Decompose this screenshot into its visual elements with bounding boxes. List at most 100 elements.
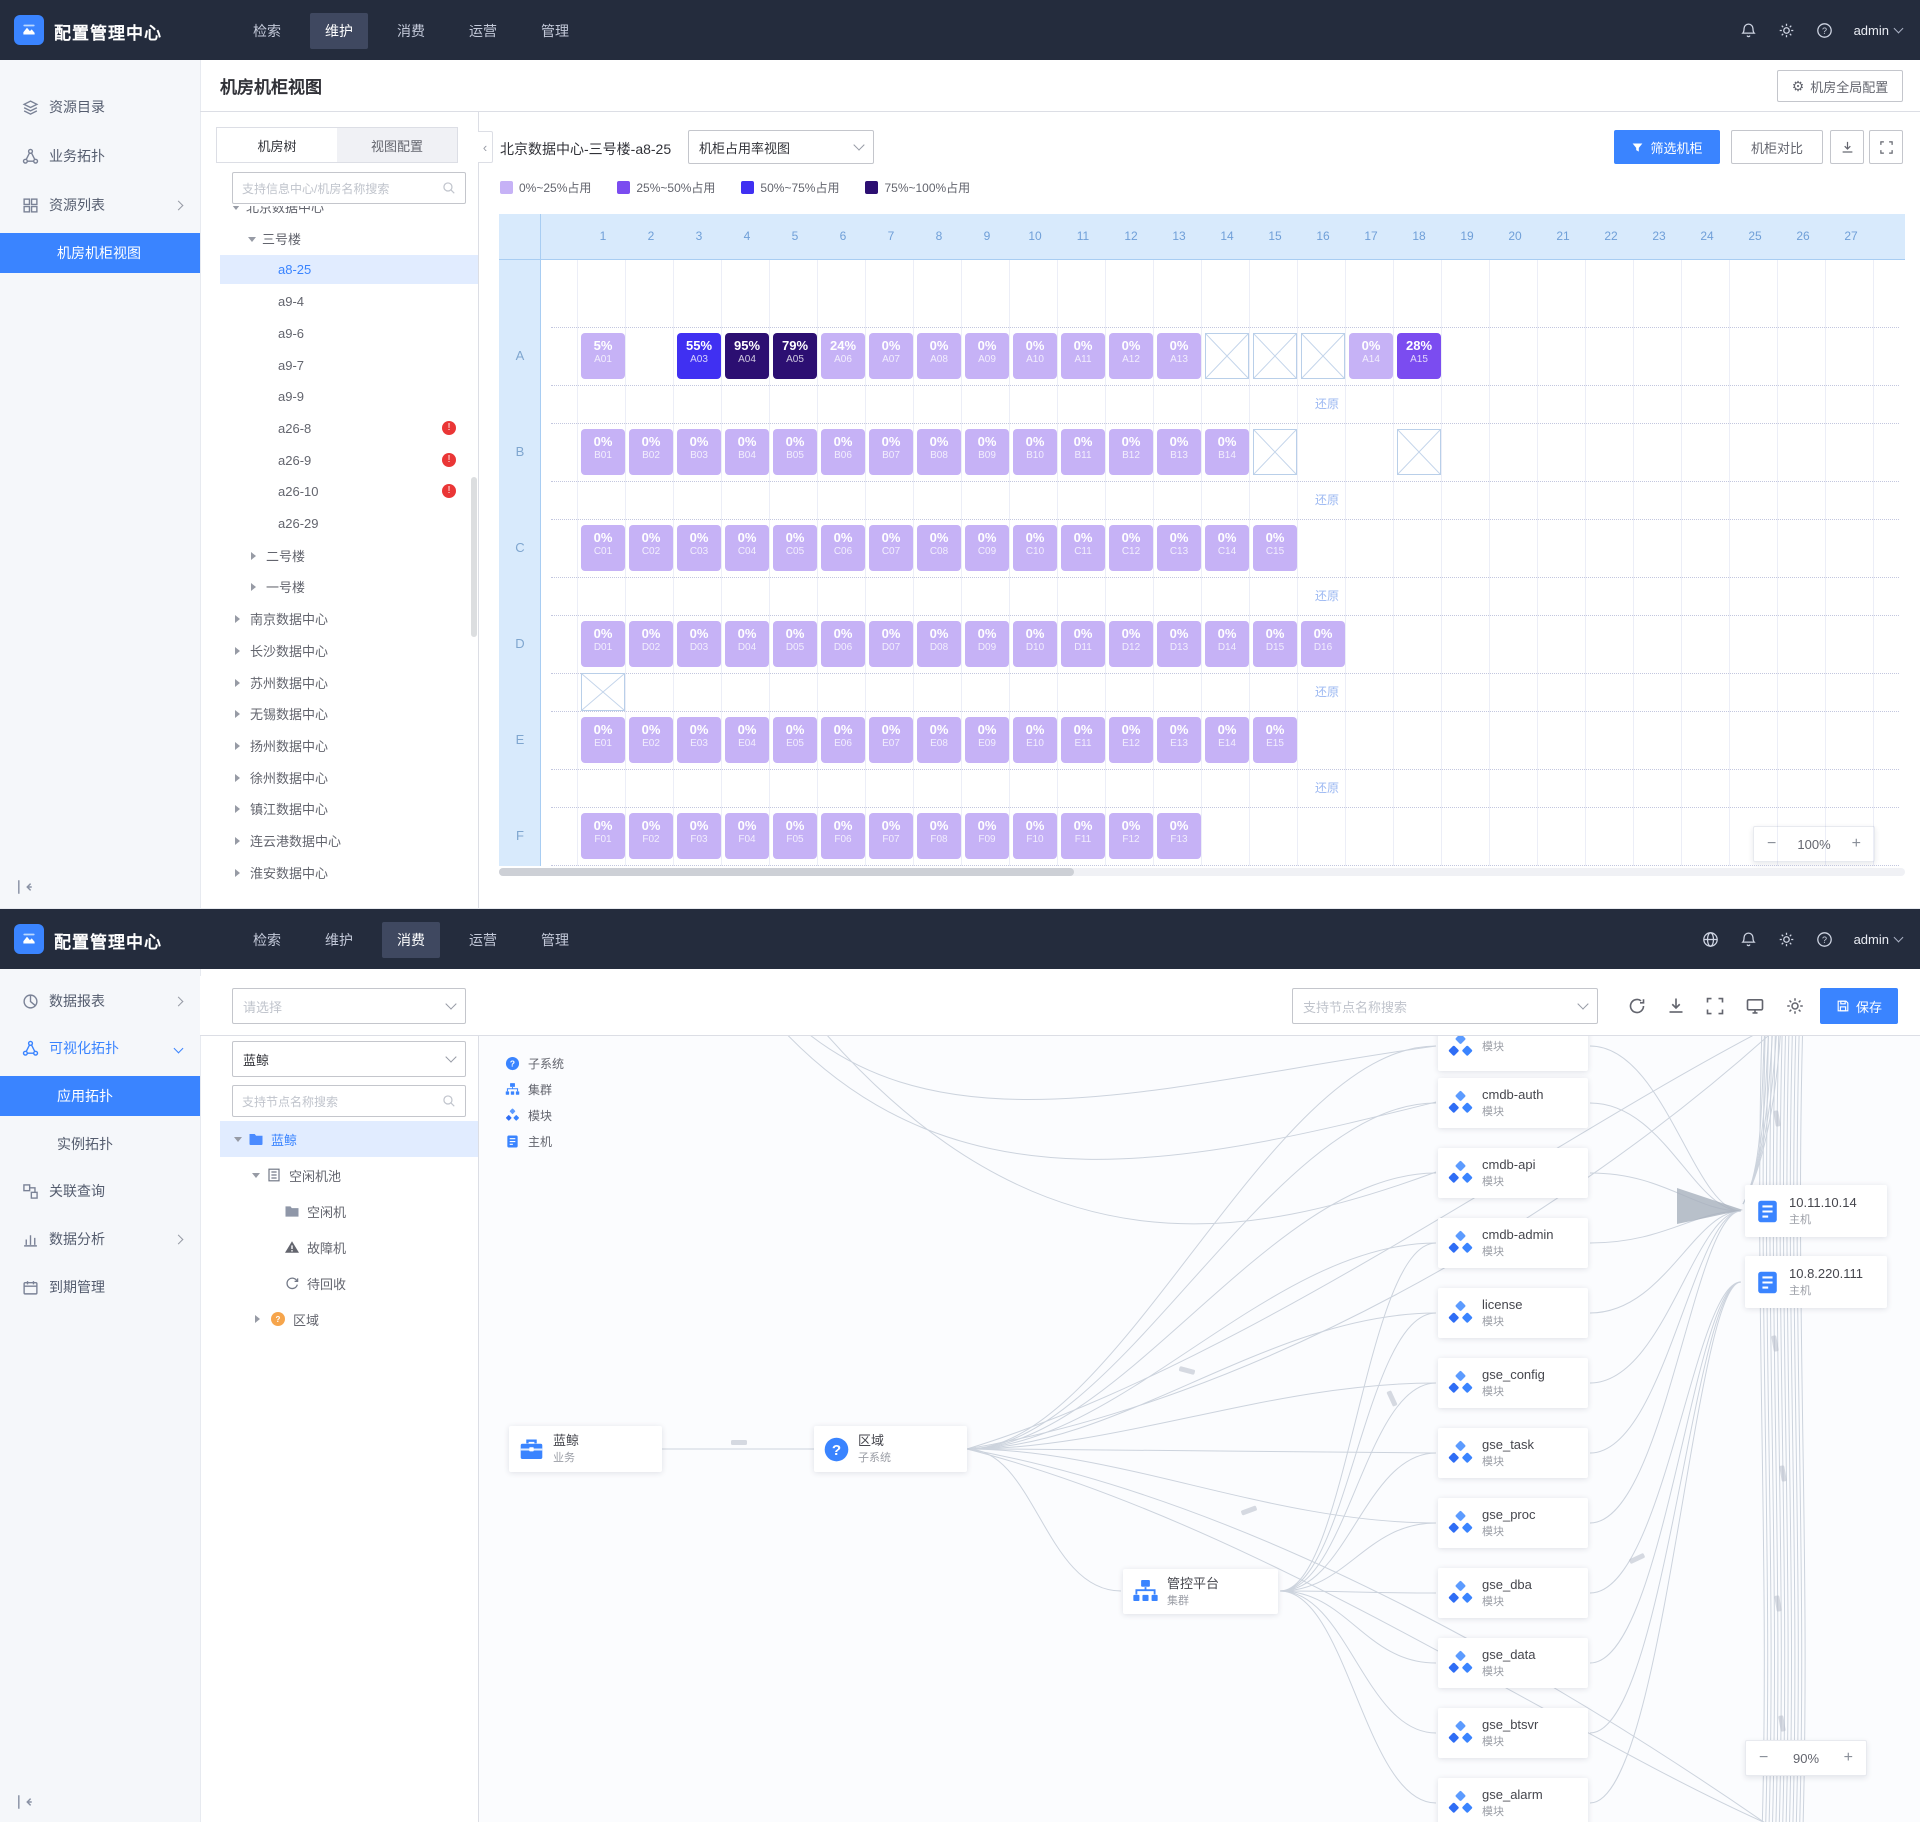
nav-item-消费[interactable]: 消费 [382, 922, 440, 958]
tree-item-a9-4[interactable]: a9-4 [220, 287, 478, 316]
rack-cell-B11[interactable]: 0%B11 [1061, 429, 1105, 475]
tree-arrow-right-icon[interactable] [235, 774, 244, 782]
rack-cell-D09[interactable]: 0%D09 [965, 621, 1009, 667]
rack-cell-B01[interactable]: 0%B01 [581, 429, 625, 475]
filter-cabinet-button[interactable]: 筛选机柜 [1614, 130, 1720, 164]
rack-cell-D13[interactable]: 0%D13 [1157, 621, 1201, 667]
room-search-input[interactable]: 支持信息中心/机房名称搜索 [232, 172, 466, 204]
tree-item-a9-6[interactable]: a9-6 [220, 319, 478, 348]
rack-cell-C10[interactable]: 0%C10 [1013, 525, 1057, 571]
tree-item-镇江数据中心[interactable]: 镇江数据中心 [220, 794, 478, 823]
topo-node-business[interactable]: 蓝鲸业务 [509, 1426, 662, 1472]
help-icon[interactable]: ? [1816, 931, 1833, 948]
rack-cell-F10[interactable]: 0%F10 [1013, 813, 1057, 859]
rack-cell-E03[interactable]: 0%E03 [677, 717, 721, 763]
room-global-config-button[interactable]: ⚙ 机房全局配置 [1777, 70, 1903, 102]
tree-arrow-down-icon[interactable] [252, 1173, 260, 1182]
tree-arrow-down-icon[interactable] [232, 206, 240, 214]
rack-cell-B06[interactable]: 0%B06 [821, 429, 865, 475]
rack-cell-C14[interactable]: 0%C14 [1205, 525, 1249, 571]
rack-cell-A15[interactable]: 28%A15 [1397, 333, 1441, 379]
tree-arrow-right-icon[interactable] [235, 869, 244, 877]
tree-arrow-right-icon[interactable] [255, 1315, 264, 1323]
rack-cell-E02[interactable]: 0%E02 [629, 717, 673, 763]
restore-link[interactable]: 还原 [1305, 587, 1349, 604]
topo-node-host[interactable]: 10.8.220.111主机 [1745, 1256, 1887, 1308]
tree-item-a26-9[interactable]: a26-9! [220, 446, 478, 475]
nav-item-管理[interactable]: 管理 [526, 13, 584, 49]
tree-item-淮安数据中心[interactable]: 淮安数据中心 [220, 858, 478, 887]
tree-item-南京数据中心[interactable]: 南京数据中心 [220, 604, 478, 633]
save-button[interactable]: 保存 [1820, 988, 1898, 1024]
sidebar-collapse-icon[interactable] [16, 878, 34, 896]
topo-node-host[interactable]: 10.11.10.14主机 [1745, 1185, 1887, 1237]
rack-cell-A09[interactable]: 0%A09 [965, 333, 1009, 379]
rack-cell-D06[interactable]: 0%D06 [821, 621, 865, 667]
rack-cell-A01[interactable]: 5%A01 [581, 333, 625, 379]
tree-item-徐州数据中心[interactable]: 徐州数据中心 [220, 763, 478, 792]
business-select[interactable]: 蓝鲸 [232, 1041, 466, 1077]
rack-cell-B03[interactable]: 0%B03 [677, 429, 721, 475]
nav-item-维护[interactable]: 维护 [310, 922, 368, 958]
topo-node-cluster[interactable]: 管控平台集群 [1123, 1569, 1278, 1614]
topology-type-select[interactable]: 请选择 [232, 988, 466, 1024]
tree-item-连云港数据中心[interactable]: 连云港数据中心 [220, 826, 478, 855]
topo-node-module[interactable]: gse_alarm模块 [1438, 1778, 1588, 1822]
user-menu[interactable]: admin [1854, 23, 1902, 38]
sidebar-item-关联查询[interactable]: 关联查询 [0, 1171, 200, 1211]
sidebar-collapse-icon[interactable] [16, 1793, 34, 1811]
fullscreen-button[interactable] [1869, 130, 1903, 164]
tree-item-三号楼[interactable]: 三号楼 [220, 224, 478, 253]
rack-hscrollbar-thumb[interactable] [499, 868, 1074, 876]
restore-link[interactable]: 还原 [1305, 683, 1349, 700]
rack-cell-E14[interactable]: 0%E14 [1205, 717, 1249, 763]
rack-cell-D02[interactable]: 0%D02 [629, 621, 673, 667]
tree-item-a26-29[interactable]: a26-29 [220, 509, 478, 538]
rack-cell-F09[interactable]: 0%F09 [965, 813, 1009, 859]
panel-collapse-button[interactable]: ‹ [478, 131, 493, 163]
rack-cell-B04[interactable]: 0%B04 [725, 429, 769, 475]
rack-cell-F06[interactable]: 0%F06 [821, 813, 865, 859]
sidebar-item-实例拓扑[interactable]: 实例拓扑 [0, 1124, 200, 1164]
rack-cell-C11[interactable]: 0%C11 [1061, 525, 1105, 571]
rack-cell-C08[interactable]: 0%C08 [917, 525, 961, 571]
rack-cell-E06[interactable]: 0%E06 [821, 717, 865, 763]
user-menu[interactable]: admin [1854, 932, 1902, 947]
nav-item-维护[interactable]: 维护 [310, 13, 368, 49]
tree-arrow-right-icon[interactable] [235, 805, 244, 813]
rack-cell-C15[interactable]: 0%C15 [1253, 525, 1297, 571]
view-type-select[interactable]: 机柜占用率视图 [688, 130, 874, 164]
rack-cell-F04[interactable]: 0%F04 [725, 813, 769, 859]
rack-cell-E07[interactable]: 0%E07 [869, 717, 913, 763]
rack-cell-E13[interactable]: 0%E13 [1157, 717, 1201, 763]
topo-node-module[interactable]: license模块 [1438, 1288, 1588, 1338]
rack-cell-D08[interactable]: 0%D08 [917, 621, 961, 667]
rack-cell-D12[interactable]: 0%D12 [1109, 621, 1153, 667]
tree-arrow-down-icon[interactable] [248, 237, 256, 246]
gear-icon[interactable] [1778, 22, 1795, 39]
tree-item-北京数据中心[interactable]: 北京数据中心 [220, 206, 478, 221]
sidebar-item-机房机柜视图[interactable]: 机房机柜视图 [0, 233, 200, 273]
rack-cell-F01[interactable]: 0%F01 [581, 813, 625, 859]
nav-item-管理[interactable]: 管理 [526, 922, 584, 958]
settings-button[interactable] [1785, 996, 1805, 1016]
rack-cell-D01[interactable]: 0%D01 [581, 621, 625, 667]
tree-item-一号楼[interactable]: 一号楼 [220, 572, 478, 601]
nav-item-运营[interactable]: 运营 [454, 13, 512, 49]
rack-cell-F13[interactable]: 0%F13 [1157, 813, 1201, 859]
rack-cell-B08[interactable]: 0%B08 [917, 429, 961, 475]
rack-cell-D04[interactable]: 0%D04 [725, 621, 769, 667]
nav-item-消费[interactable]: 消费 [382, 13, 440, 49]
tree-arrow-right-icon[interactable] [235, 837, 244, 845]
rack-cell-C06[interactable]: 0%C06 [821, 525, 865, 571]
tree-item-无锡数据中心[interactable]: 无锡数据中心 [220, 699, 478, 728]
rack-cell-D11[interactable]: 0%D11 [1061, 621, 1105, 667]
topo-node-module[interactable]: gse_dba模块 [1438, 1568, 1588, 1618]
sidebar-item-可视化拓扑[interactable]: 可视化拓扑 [0, 1028, 200, 1068]
rack-cell-A11[interactable]: 0%A11 [1061, 333, 1105, 379]
globe-icon[interactable] [1702, 931, 1719, 948]
tree-item-长沙数据中心[interactable]: 长沙数据中心 [220, 636, 478, 665]
rack-cell-D05[interactable]: 0%D05 [773, 621, 817, 667]
rack-cell-F08[interactable]: 0%F08 [917, 813, 961, 859]
topo-node-module[interactable]: gse_proc模块 [1438, 1498, 1588, 1548]
